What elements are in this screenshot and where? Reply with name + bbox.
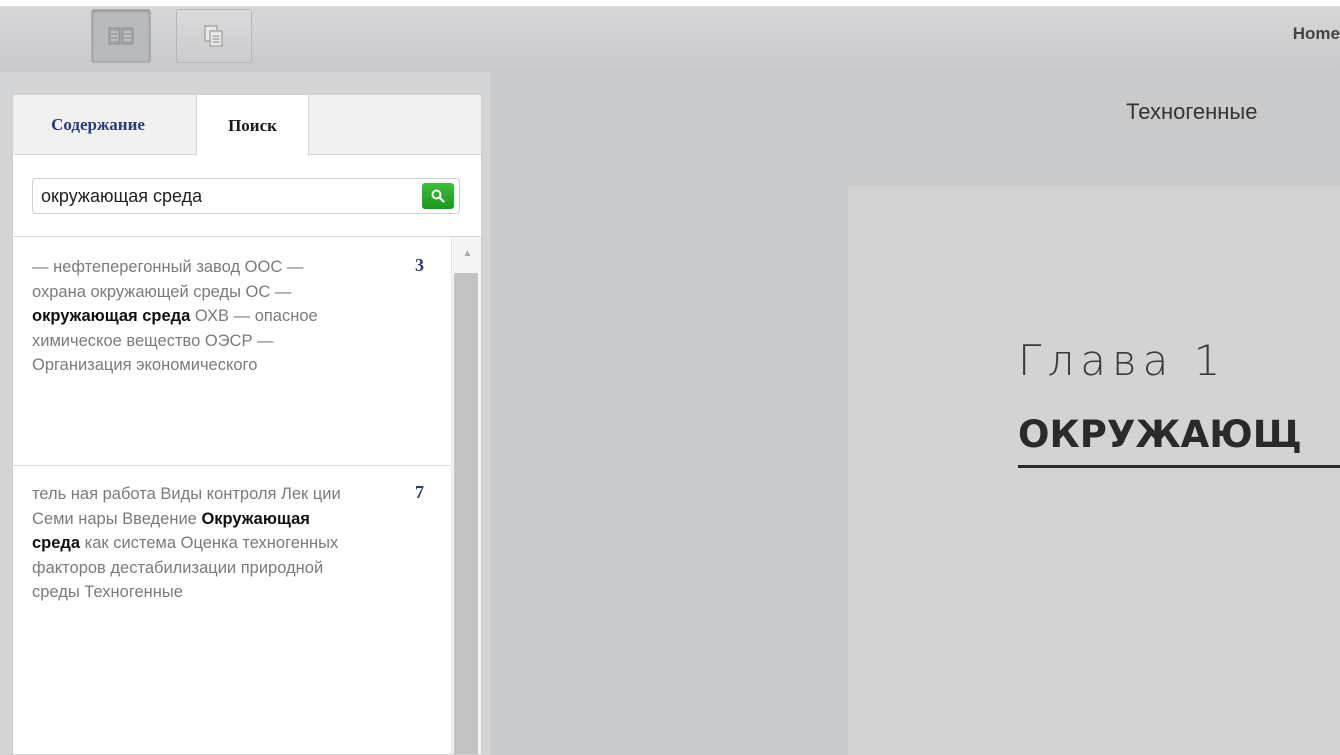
result-page-number[interactable]: 7 — [415, 482, 424, 503]
search-results: — нефтеперегонный завод ООС — охрана окр… — [13, 237, 450, 754]
result-snippet: тель ная работа Виды контроля Лек ции Се… — [32, 482, 352, 605]
result-page-number[interactable]: 3 — [415, 255, 424, 276]
tab-search[interactable]: Поиск — [196, 95, 309, 156]
search-result-item[interactable]: — нефтеперегонный завод ООС — охрана окр… — [13, 255, 450, 378]
reader-area: Техногенные Глава 1 ОКРУЖАЮЩ — [490, 72, 1340, 755]
page-view-button[interactable] — [176, 9, 252, 63]
book-title: Техногенные — [1126, 99, 1258, 124]
open-book-icon — [108, 27, 134, 45]
divider — [13, 465, 450, 466]
result-snippet: — нефтеперегонный завод ООС — охрана окр… — [32, 255, 352, 378]
results-scrollbar[interactable]: ▲ — [451, 237, 481, 754]
chapter-heading: ОКРУЖАЮЩ — [1018, 413, 1302, 456]
search-result-item[interactable]: тель ная работа Виды контроля Лек ции Се… — [13, 482, 450, 605]
search-box — [32, 178, 460, 214]
scroll-up-icon[interactable]: ▲ — [452, 241, 481, 265]
heading-underline — [1018, 465, 1340, 468]
snippet-text: — нефтеперегонный завод ООС — охрана окр… — [32, 258, 304, 301]
top-toolbar: Home — [0, 0, 1340, 72]
book-view-button[interactable] — [91, 9, 151, 63]
search-input[interactable] — [41, 179, 401, 213]
scroll-thumb[interactable] — [454, 273, 478, 754]
book-page: Глава 1 ОКРУЖАЮЩ — [848, 186, 1340, 755]
tab-contents[interactable]: Содержание — [13, 95, 183, 155]
chapter-label: Глава 1 — [1018, 336, 1227, 385]
search-panel: Содержание Поиск — нефтеперегонный завод… — [12, 94, 482, 755]
snippet-match: окружающая среда — [32, 307, 191, 325]
sidebar-tabs: Содержание Поиск — [13, 95, 481, 156]
pages-icon — [204, 25, 223, 47]
home-link[interactable]: Home — [1293, 24, 1340, 44]
search-icon — [431, 189, 445, 203]
search-button[interactable] — [422, 183, 454, 209]
sidebar: Содержание Поиск — нефтеперегонный завод… — [0, 72, 490, 755]
